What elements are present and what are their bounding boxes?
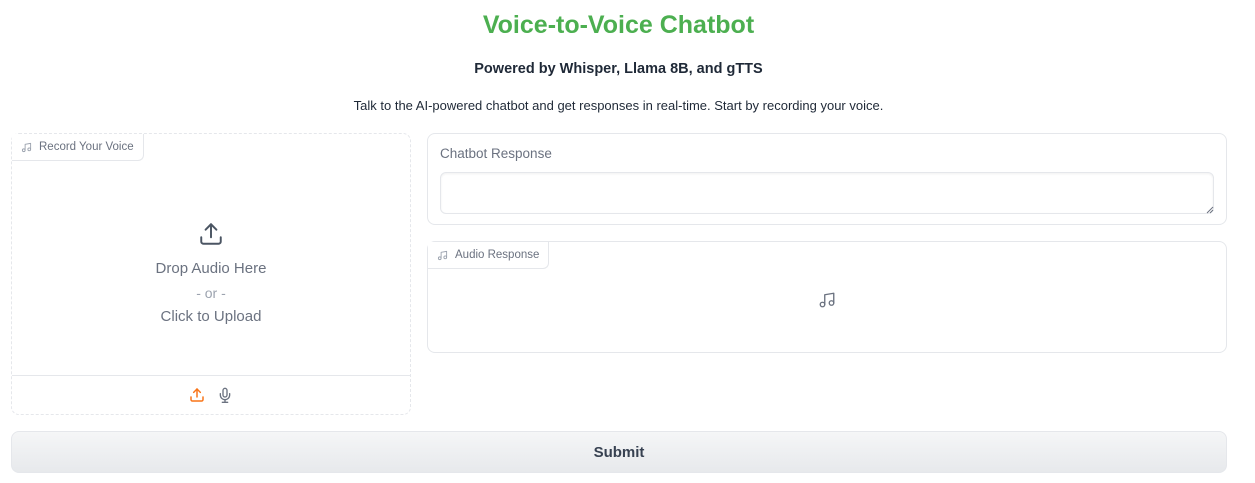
audio-source-selector bbox=[12, 375, 410, 414]
page-description: Talk to the AI-powered chatbot and get r… bbox=[353, 98, 884, 113]
chatbot-response-textarea[interactable] bbox=[440, 172, 1214, 214]
submit-button[interactable]: Submit bbox=[11, 431, 1227, 473]
microphone-icon bbox=[219, 387, 231, 403]
audio-response-panel: Audio Response bbox=[427, 241, 1227, 353]
audio-response-label-text: Audio Response bbox=[455, 249, 540, 261]
record-voice-panel: Record Your Voice Drop Audio Here - or -… bbox=[11, 133, 411, 415]
click-to-upload-text: Click to Upload bbox=[160, 308, 262, 325]
audio-dropzone[interactable]: Drop Audio Here - or - Click to Upload bbox=[12, 161, 410, 375]
upload-source-button[interactable] bbox=[188, 386, 206, 404]
chatbot-response-panel: Chatbot Response bbox=[427, 133, 1227, 225]
resize-handle-icon[interactable] bbox=[1206, 206, 1214, 214]
music-note-icon bbox=[819, 292, 835, 308]
microphone-source-button[interactable] bbox=[216, 386, 234, 404]
music-note-icon bbox=[21, 142, 32, 152]
page-title: Voice-to-Voice Chatbot bbox=[482, 11, 755, 39]
drop-audio-text: Drop Audio Here bbox=[155, 260, 267, 277]
record-voice-label: Record Your Voice bbox=[12, 134, 144, 161]
or-text: - or - bbox=[196, 285, 226, 301]
music-note-icon bbox=[437, 250, 448, 260]
upload-icon bbox=[200, 223, 222, 245]
page-subtitle: Powered by Whisper, Llama 8B, and gTTS bbox=[474, 61, 763, 77]
upload-icon bbox=[190, 388, 204, 402]
record-voice-label-text: Record Your Voice bbox=[39, 141, 134, 153]
chatbot-response-label: Chatbot Response bbox=[440, 146, 552, 161]
audio-response-label: Audio Response bbox=[428, 242, 550, 269]
